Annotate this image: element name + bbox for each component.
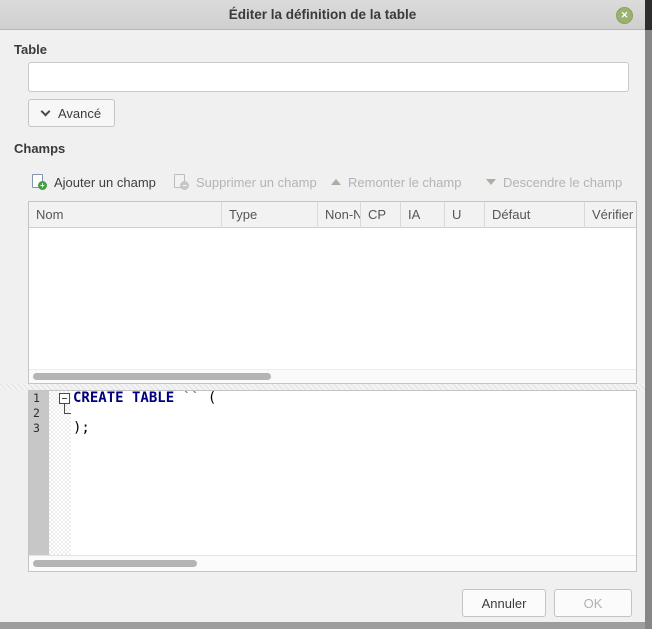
add-field-label: Ajouter un champ (54, 175, 156, 190)
code-line-3: ); (71, 421, 636, 436)
sql-space (174, 391, 182, 406)
close-icon: ✕ (617, 8, 632, 23)
fields-section-label: Champs (14, 141, 65, 156)
background-window-edge-right (645, 30, 652, 629)
close-button[interactable]: ✕ (616, 7, 633, 24)
code-line-1: CREATE TABLE `` ( (71, 391, 636, 406)
line-number-gutter: 1 2 3 (29, 391, 49, 555)
minus-badge-icon: − (180, 181, 189, 190)
sql-open-paren: ( (199, 391, 216, 406)
code-line-2 (71, 406, 636, 421)
scrollbar-thumb[interactable] (33, 560, 197, 567)
remove-field-button[interactable]: − Supprimer un champ (173, 170, 317, 194)
background-window-edge-bottom (0, 622, 645, 629)
sql-code-area[interactable]: CREATE TABLE `` ( ); (71, 391, 636, 555)
sql-keyword: CREATE TABLE (73, 391, 174, 406)
column-header-defaut[interactable]: Défaut (485, 202, 585, 228)
sql-close-line: ); (73, 420, 90, 436)
fields-grid-horizontal-scrollbar[interactable] (29, 369, 636, 383)
edit-table-definition-dialog: Éditer la définition de la table ✕ Table… (0, 0, 645, 622)
cancel-button[interactable]: Annuler (462, 589, 546, 617)
title-bar[interactable]: Éditer la définition de la table ✕ (0, 0, 645, 30)
scrollbar-thumb[interactable] (33, 373, 271, 380)
add-field-icon: + (31, 174, 47, 190)
line-number: 1 (29, 391, 49, 406)
fold-guide-tick (64, 413, 71, 414)
advanced-label: Avancé (58, 106, 101, 121)
background-window-edge-top (645, 0, 652, 30)
remove-field-label: Supprimer un champ (196, 175, 317, 190)
sql-editor-surface[interactable]: 1 2 3 CREATE TABLE `` ( ); (29, 391, 636, 555)
arrow-down-icon (486, 179, 496, 185)
column-header-cp[interactable]: CP (361, 202, 401, 228)
fields-grid-header: Nom Type Non-Nul CP IA U Défaut Vérifier (29, 202, 636, 228)
column-header-verifier[interactable]: Vérifier (585, 202, 636, 228)
table-name-input[interactable] (28, 62, 629, 92)
editor-horizontal-scrollbar[interactable] (29, 555, 636, 571)
column-header-type[interactable]: Type (222, 202, 318, 228)
table-section-label: Table (14, 42, 47, 57)
add-field-button[interactable]: + Ajouter un champ (31, 170, 156, 194)
dialog-title: Éditer la définition de la table (0, 0, 645, 30)
line-number: 3 (29, 421, 49, 436)
move-down-label: Descendre le champ (503, 175, 622, 190)
advanced-toggle-button[interactable]: Avancé (28, 99, 115, 127)
fields-grid-body-empty[interactable] (29, 228, 636, 357)
chevron-down-icon (41, 106, 51, 116)
sql-quoted-identifier: `` (183, 391, 200, 406)
remove-field-icon: − (173, 174, 189, 190)
line-number: 2 (29, 406, 49, 421)
move-up-label: Remonter le champ (348, 175, 461, 190)
column-header-nom[interactable]: Nom (29, 202, 222, 228)
column-header-non-nul[interactable]: Non-Nul (318, 202, 361, 228)
fold-collapse-icon[interactable] (59, 393, 70, 404)
sql-editor[interactable]: 1 2 3 CREATE TABLE `` ( ); (28, 390, 637, 572)
fold-margin[interactable] (49, 391, 71, 555)
arrow-up-icon (331, 179, 341, 185)
screen: Éditer la définition de la table ✕ Table… (0, 0, 652, 629)
move-field-down-button[interactable]: Descendre le champ (486, 170, 622, 194)
plus-badge-icon: + (38, 181, 47, 190)
ok-button[interactable]: OK (554, 589, 632, 617)
column-header-ia[interactable]: IA (401, 202, 445, 228)
minus-glyph (62, 398, 67, 399)
fields-grid: Nom Type Non-Nul CP IA U Défaut Vérifier (28, 201, 637, 384)
column-header-u[interactable]: U (445, 202, 485, 228)
move-field-up-button[interactable]: Remonter le champ (331, 170, 461, 194)
